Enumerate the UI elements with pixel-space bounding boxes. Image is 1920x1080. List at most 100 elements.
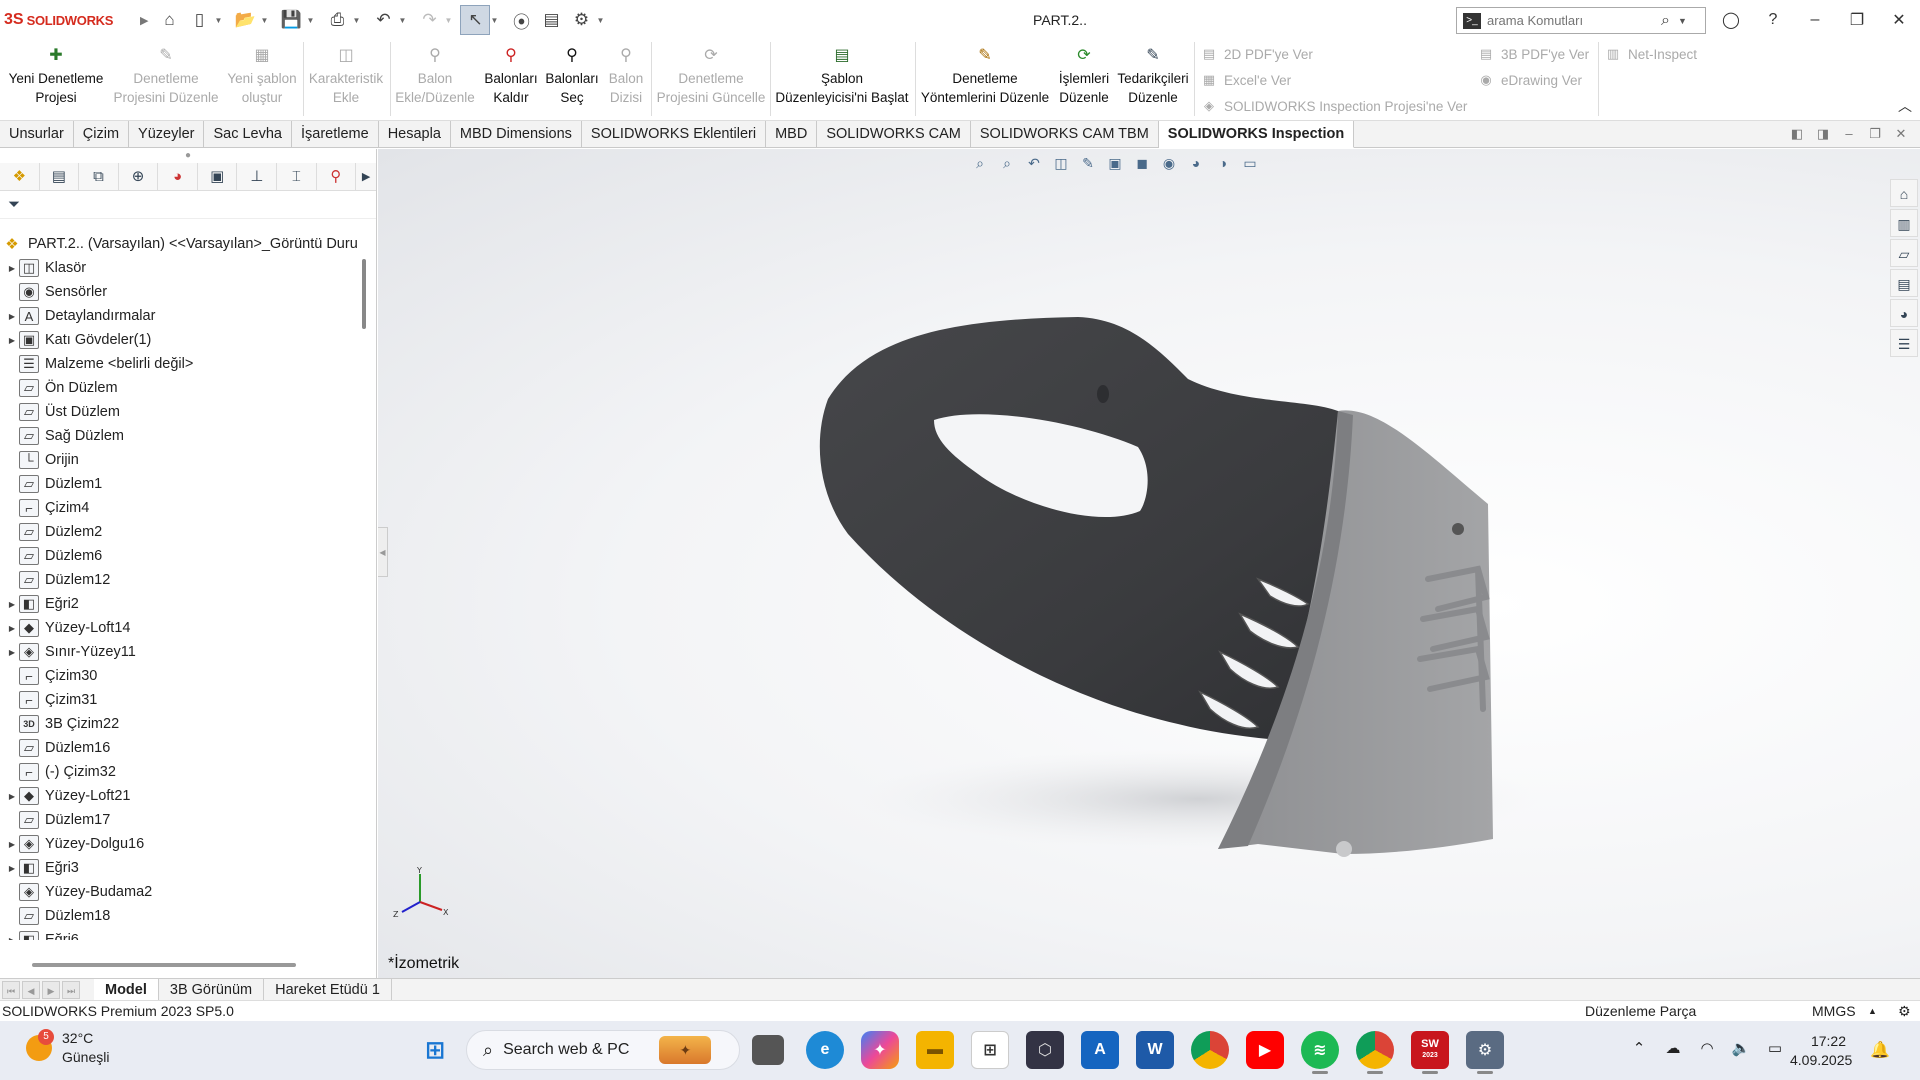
configuration-manager-icon[interactable]: ⧉: [79, 162, 119, 191]
tree-item[interactable]: ⌐ Çizim4: [0, 496, 368, 520]
first-tab-arrow-icon[interactable]: ⏮: [2, 980, 20, 999]
tree-item[interactable]: ▱ Düzlem6: [0, 544, 368, 568]
tree-item[interactable]: ▶ ◆ Yüzey-Loft14: [0, 616, 368, 640]
select-dropdown-icon[interactable]: ▼: [490, 16, 500, 25]
tree-item[interactable]: ⌐ (-) Çizim32: [0, 760, 368, 784]
print-icon[interactable]: ⎙: [322, 5, 352, 35]
doc-minimize-icon[interactable]: –: [1836, 126, 1862, 142]
unit-system[interactable]: MMGS: [1812, 1001, 1856, 1022]
expand-arrow-icon[interactable]: ▶: [5, 624, 19, 633]
copilot-icon[interactable]: ✦: [861, 1031, 899, 1069]
new-dropdown-icon[interactable]: ▼: [214, 16, 224, 25]
edit-operations-button[interactable]: ⟳ İşlemleri Düzenle: [1054, 44, 1114, 107]
tree-item[interactable]: ▶ ◈ Yüzey-Dolgu16: [0, 832, 368, 856]
tree-root-part[interactable]: ❖ PART.2.. (Varsayılan) <<Varsayılan>_Gör…: [0, 232, 368, 256]
menu-expand-arrow-icon[interactable]: ▶: [140, 14, 148, 27]
start-button[interactable]: ⊞: [416, 1031, 454, 1069]
property-manager-icon[interactable]: ▤: [40, 162, 80, 191]
home-icon[interactable]: ⌂: [154, 5, 184, 35]
tab-model[interactable]: Model: [94, 978, 159, 1001]
tab-solidworks-cam-tbm[interactable]: SOLIDWORKS CAM TBM: [971, 121, 1159, 148]
remove-balloons-button[interactable]: ⚲ Balonları Kaldır: [478, 44, 544, 107]
weather-widget[interactable]: 5 32°C Güneşli: [26, 1029, 109, 1067]
collapse-ribbon-icon[interactable]: ︿: [1898, 96, 1912, 116]
tree-item[interactable]: ◈ Yüzey-Budama2: [0, 880, 368, 904]
edit-vendors-button[interactable]: ✎ Tedarikçileri Düzenle: [1116, 44, 1190, 107]
feature-manager-icon[interactable]: ❖: [0, 162, 40, 191]
minimize-icon[interactable]: –: [1794, 11, 1836, 29]
select-balloons-button[interactable]: ⚲ Balonları Seç: [544, 44, 600, 107]
panel-collapse-handle[interactable]: ◀: [378, 527, 388, 577]
next-tab-arrow-icon[interactable]: ▶: [42, 980, 60, 999]
tree-item[interactable]: ▱ Düzlem17: [0, 808, 368, 832]
expand-arrow-icon[interactable]: ▶: [5, 600, 19, 609]
cam-feature-tree-icon[interactable]: ▣: [198, 162, 238, 191]
close-icon[interactable]: ✕: [1878, 10, 1920, 30]
tree-item[interactable]: ▱ Düzlem12: [0, 568, 368, 592]
expand-arrow-icon[interactable]: ▶: [5, 840, 19, 849]
search-icon[interactable]: ⌕: [1661, 12, 1670, 30]
tile-right-icon[interactable]: ◨: [1810, 126, 1836, 142]
tab-solidworks-eklentileri[interactable]: SOLIDWORKS Eklentileri: [582, 121, 767, 148]
tab-solidworks-inspection[interactable]: SOLIDWORKS Inspection: [1158, 121, 1355, 148]
tree-item[interactable]: ▶ ▣ Katı Gövdeler(1): [0, 328, 368, 352]
search-commands-input[interactable]: [1487, 13, 1657, 28]
settings-icon[interactable]: ⚙: [1466, 1031, 1504, 1074]
expand-arrow-icon[interactable]: ▶: [5, 312, 19, 321]
tab-mbd-dimensions[interactable]: MBD Dimensions: [451, 121, 582, 148]
tab-mbd[interactable]: MBD: [766, 121, 818, 148]
expand-arrow-icon[interactable]: ▶: [5, 336, 19, 345]
tab-motion-study[interactable]: Hareket Etüdü 1: [264, 978, 392, 1001]
tree-item[interactable]: ▶ ◧ Eğri2: [0, 592, 368, 616]
cam-tool-tree-icon[interactable]: ⌶: [277, 162, 317, 191]
youtube-icon[interactable]: ▶: [1246, 1031, 1284, 1069]
chrome-profile-icon[interactable]: [1356, 1031, 1394, 1074]
edge-icon[interactable]: e: [806, 1031, 844, 1069]
new-document-icon[interactable]: ▯: [184, 5, 214, 35]
save-icon[interactable]: 💾: [276, 5, 306, 35]
expand-arrow-icon[interactable]: ▶: [5, 792, 19, 801]
tree-horizontal-scrollbar[interactable]: [32, 963, 296, 967]
open-icon[interactable]: 📂: [230, 5, 260, 35]
tree-item[interactable]: └ Orijin: [0, 448, 368, 472]
new-inspection-project-button[interactable]: ✚ Yeni Denetleme Projesi: [4, 44, 108, 107]
save-dropdown-icon[interactable]: ▼: [306, 16, 316, 25]
options-dropdown-icon[interactable]: ▼: [596, 16, 606, 25]
tree-item[interactable]: ▱ Düzlem16: [0, 736, 368, 760]
unit-system-dropdown-icon[interactable]: ▲: [1868, 1001, 1877, 1022]
cam-operation-tree-icon[interactable]: ⊥: [237, 162, 278, 191]
tree-item[interactable]: ▱ Üst Düzlem: [0, 400, 368, 424]
tree-item[interactable]: ▱ Sağ Düzlem: [0, 424, 368, 448]
doc-close-icon[interactable]: ✕: [1888, 126, 1914, 142]
customize-status-icon[interactable]: ⚙: [1898, 1001, 1911, 1022]
display-manager-icon[interactable]: ◕: [158, 162, 198, 191]
clock[interactable]: 17:22 4.09.2025: [1790, 1032, 1852, 1070]
restore-icon[interactable]: ❐: [1836, 10, 1878, 30]
expand-arrow-icon[interactable]: ▶: [5, 648, 19, 657]
inspection-tree-icon[interactable]: ⚲: [317, 162, 357, 191]
dimxpert-manager-icon[interactable]: ⊕: [119, 162, 159, 191]
tree-item[interactable]: ▱ Düzlem2: [0, 520, 368, 544]
tree-item[interactable]: ▶ ◆ Yüzey-Loft21: [0, 784, 368, 808]
tab-yuzeyler[interactable]: Yüzeyler: [129, 121, 205, 148]
tab-unsurlar[interactable]: Unsurlar: [0, 121, 74, 148]
tree-item[interactable]: ▶ ◧ Eğri6: [0, 928, 368, 940]
unity-hub-icon[interactable]: ⬡: [1026, 1031, 1064, 1069]
tile-left-icon[interactable]: ◧: [1784, 126, 1810, 142]
tree-scrollbar[interactable]: [362, 259, 366, 329]
traffic-light-icon[interactable]: ⦿: [506, 5, 536, 35]
tab-sac-levha[interactable]: Sac Levha: [204, 121, 292, 148]
battery-icon[interactable]: ▭: [1758, 1039, 1792, 1057]
tree-item[interactable]: ▶ ◫ Klasör: [0, 256, 368, 280]
chrome-icon[interactable]: [1191, 1031, 1229, 1069]
panel-grip-icon[interactable]: ●: [0, 149, 376, 163]
expand-arrow-icon[interactable]: ▶: [5, 864, 19, 873]
tree-item[interactable]: ▱ Düzlem18: [0, 904, 368, 928]
solidworks-taskbar-icon[interactable]: SW 2023: [1411, 1031, 1449, 1074]
file-explorer-taskbar-icon[interactable]: ▬: [916, 1031, 954, 1069]
tree-item[interactable]: ⌐ Çizim30: [0, 664, 368, 688]
microsoft-store-icon[interactable]: ⊞: [971, 1031, 1009, 1069]
tree-item[interactable]: 3D 3B Çizim22: [0, 712, 368, 736]
expand-arrow-icon[interactable]: ▶: [5, 936, 19, 941]
word-icon[interactable]: W: [1136, 1031, 1174, 1069]
